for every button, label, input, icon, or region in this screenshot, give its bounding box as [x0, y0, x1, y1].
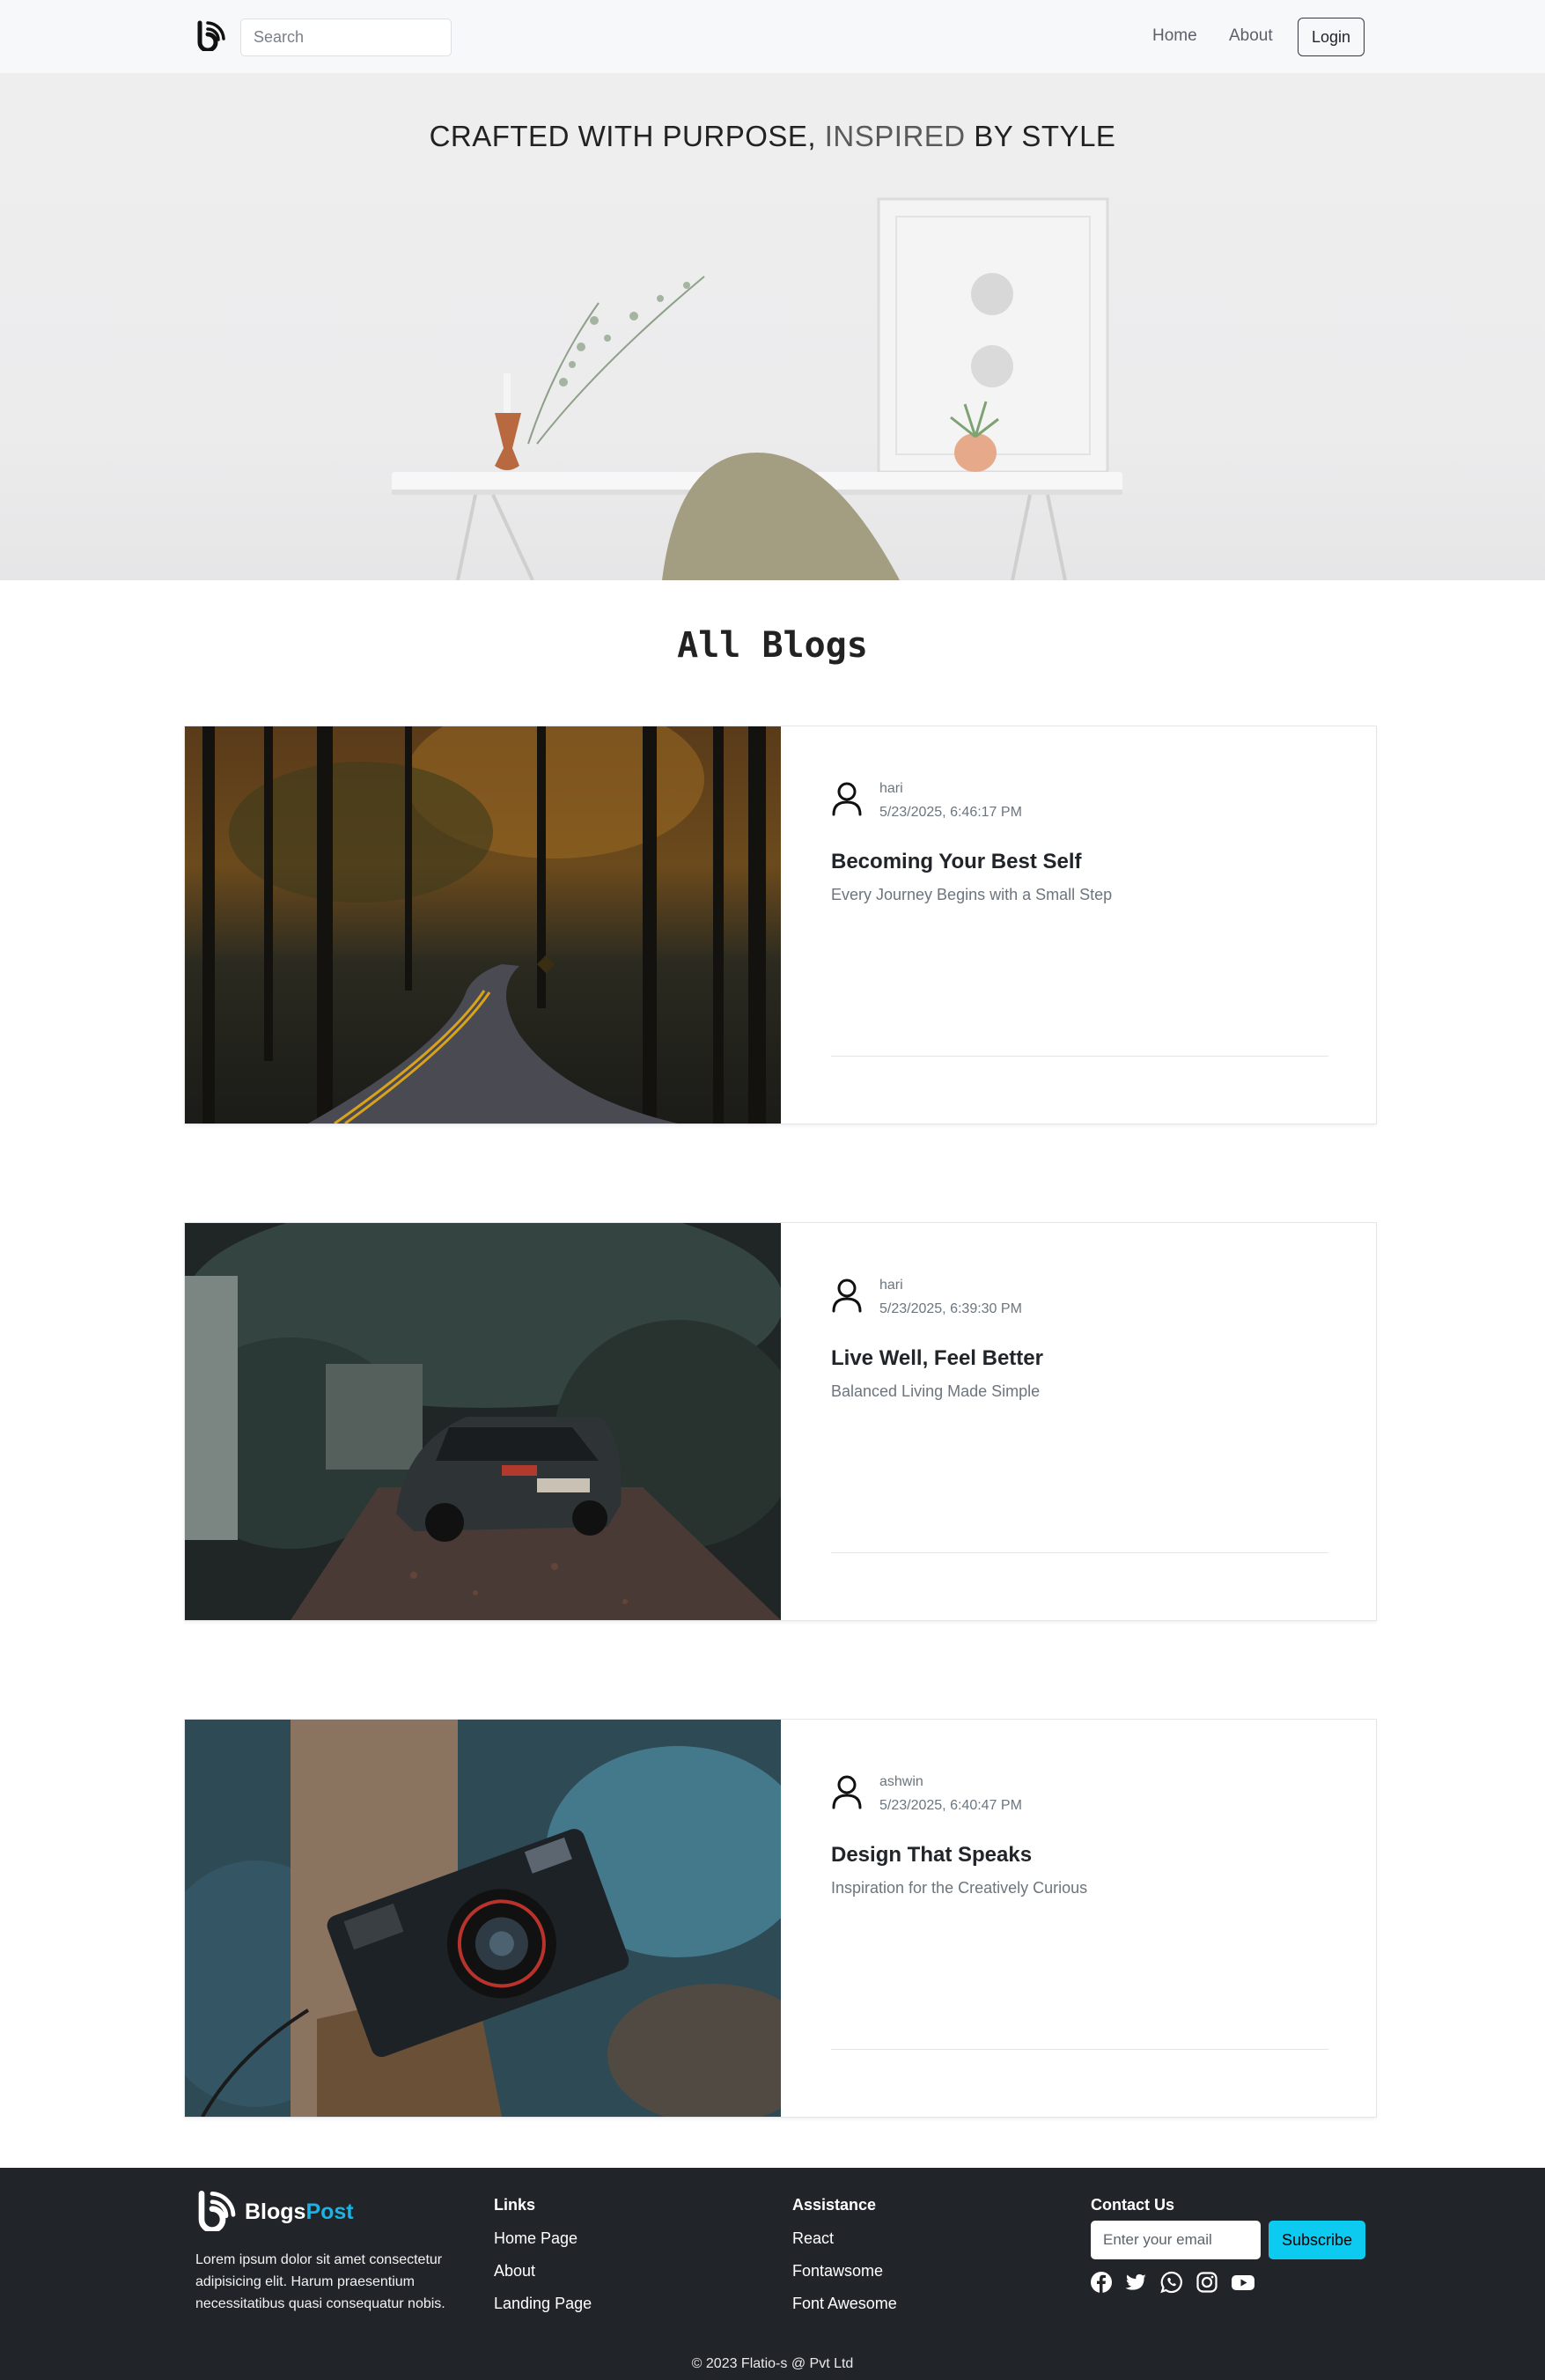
subscribe-button[interactable]: Subscribe — [1269, 2221, 1365, 2259]
footer-link-font-awesome[interactable]: Font Awesome — [792, 2295, 897, 2313]
blog-card[interactable]: hari 5/23/2025, 6:39:30 PM Live Well, Fe… — [184, 1222, 1377, 1621]
copyright: © 2023 Flatio-s @ Pvt Ltd — [691, 2356, 854, 2371]
footer-link-fontawsome[interactable]: Fontawsome — [792, 2262, 883, 2281]
footer-contact-title: Contact Us — [1091, 2196, 1175, 2214]
post-author: hari — [879, 1278, 903, 1293]
footer-link-about[interactable]: About — [494, 2262, 535, 2281]
post-date: 5/23/2025, 6:46:17 PM — [879, 805, 1022, 820]
blog-card[interactable]: ashwin 5/23/2025, 6:40:47 PM Design That… — [184, 1719, 1377, 2118]
blog-card-image[interactable] — [185, 726, 781, 1124]
user-icon — [832, 782, 862, 816]
twitter-icon[interactable] — [1125, 2271, 1148, 2294]
hero-banner: CRAFTED WITH PURPOSE, INSPIRED BY STYLE — [0, 74, 1545, 580]
whatsapp-icon[interactable] — [1160, 2271, 1183, 2294]
nav-home-link[interactable]: Home — [1152, 26, 1197, 46]
footer-brand: BlogsPost — [245, 2199, 354, 2224]
post-subtitle: Inspiration for the Creatively Curious — [831, 1879, 1088, 1897]
post-title[interactable]: Becoming Your Best Self — [831, 850, 1082, 874]
blog-card-body: ashwin 5/23/2025, 6:40:47 PM Design That… — [781, 1720, 1376, 2117]
blog-card-image[interactable] — [185, 1223, 781, 1620]
footer-link-home-page[interactable]: Home Page — [494, 2229, 578, 2248]
blog-logo-icon[interactable] — [195, 2189, 237, 2231]
post-subtitle: Balanced Living Made Simple — [831, 1382, 1041, 1400]
footer-description: Lorem ipsum dolor sit amet consectetur a… — [195, 2252, 445, 2311]
email-input[interactable] — [1091, 2221, 1261, 2259]
instagram-icon[interactable] — [1196, 2271, 1218, 2294]
post-subtitle: Every Journey Begins with a Small Step — [831, 886, 1113, 903]
footer-links-title: Links — [494, 2196, 536, 2214]
youtube-icon[interactable] — [1231, 2271, 1255, 2294]
blog-card[interactable]: hari 5/23/2025, 6:46:17 PM Becoming Your… — [184, 726, 1377, 1124]
login-button[interactable]: Login — [1298, 18, 1365, 56]
facebook-icon[interactable] — [1090, 2271, 1113, 2294]
blog-card-body: hari 5/23/2025, 6:46:17 PM Becoming Your… — [781, 726, 1376, 1124]
footer-assistance-title: Assistance — [792, 2196, 877, 2214]
blog-logo-icon[interactable] — [195, 19, 226, 51]
card-divider — [831, 1056, 1328, 1057]
post-date: 5/23/2025, 6:39:30 PM — [879, 1301, 1022, 1316]
footer-link-react[interactable]: React — [792, 2229, 834, 2248]
post-title[interactable]: Live Well, Feel Better — [831, 1346, 1043, 1371]
section-title: All Blogs — [677, 625, 868, 666]
nav-about-link[interactable]: About — [1229, 26, 1273, 46]
card-divider — [831, 2049, 1328, 2050]
user-icon — [832, 1278, 862, 1313]
post-author: ashwin — [879, 1774, 923, 1789]
blog-card-image[interactable] — [185, 1720, 781, 2117]
footer: BlogsPost Lorem ipsum dolor sit amet con… — [0, 2168, 1545, 2380]
search-input[interactable] — [240, 18, 452, 56]
hero-title: CRAFTED WITH PURPOSE, INSPIRED BY STYLE — [429, 120, 1116, 152]
blog-card-body: hari 5/23/2025, 6:39:30 PM Live Well, Fe… — [781, 1223, 1376, 1620]
user-icon — [832, 1775, 862, 1809]
post-date: 5/23/2025, 6:40:47 PM — [879, 1798, 1022, 1813]
card-divider — [831, 1552, 1328, 1553]
footer-link-landing-page[interactable]: Landing Page — [494, 2295, 592, 2313]
post-author: hari — [879, 781, 903, 796]
navbar: Home About Login — [0, 0, 1545, 74]
post-title[interactable]: Design That Speaks — [831, 1843, 1032, 1868]
